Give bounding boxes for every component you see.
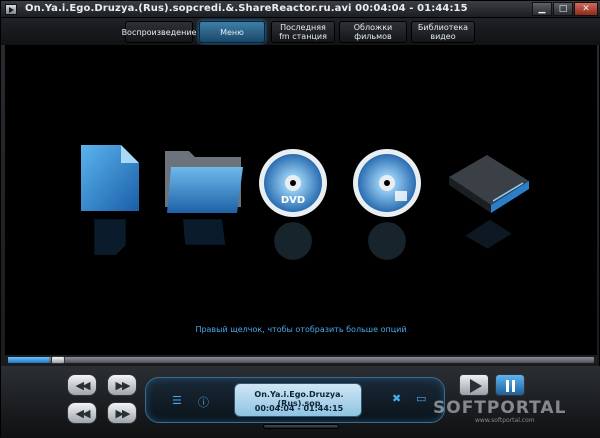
folder-icon[interactable] [161, 145, 245, 217]
video-area[interactable]: DVD Правый щелчок, чтобы отобразить боль… [5, 45, 597, 355]
tools-icon[interactable]: ✖ [392, 392, 401, 405]
device-icon-reflection [465, 219, 512, 249]
player-window: On.Ya.i.Ego.Druzya.(Rus).sopcredi.&.Shar… [0, 0, 600, 438]
tab-bar: Воспроизведение Меню Последняя fm станци… [1, 18, 600, 45]
file-icon[interactable] [77, 141, 143, 215]
watermark-text: SOFTPORTAL [433, 398, 567, 418]
resize-grip[interactable] [263, 424, 339, 429]
close-button[interactable]: ✕ [574, 2, 598, 16]
app-icon[interactable] [5, 4, 17, 15]
tab-movie-covers[interactable]: Обложки фильмов [339, 21, 407, 43]
tab-menu[interactable]: Меню [199, 21, 265, 43]
file-icon-reflection [94, 219, 126, 255]
tab-video-library[interactable]: Библиотека видео [411, 21, 475, 43]
minimize-button[interactable]: ▁ [532, 2, 552, 16]
maximize-button[interactable]: □ [553, 2, 573, 16]
tab-playback[interactable]: Воспроизведение [122, 21, 196, 43]
play-button[interactable] [459, 374, 489, 396]
forward-button[interactable]: ▶▶ [107, 374, 137, 396]
window-title: On.Ya.i.Ego.Druzya.(Rus).sopcredi.&.Shar… [25, 3, 468, 14]
seek-bar[interactable] [7, 356, 595, 364]
playlist-icon[interactable]: ☰ [172, 394, 182, 407]
cd-icon-reflection [368, 222, 406, 260]
device-icon[interactable] [443, 151, 533, 213]
lcd-time: 00:04:04 - 01:44:15 [254, 404, 344, 413]
seek-progress [8, 357, 49, 363]
dvd-icon[interactable]: DVD [257, 147, 329, 219]
cd-icon[interactable] [351, 147, 423, 219]
watermark-url: www.softportal.com [475, 417, 535, 424]
control-panel: ◀◀ ▶▶ ◀◀ ▶▶ ☰ ⓘ On.Ya.i.Ego.Druzya.(Rus)… [1, 366, 600, 438]
previous-button[interactable]: ◀◀ [67, 402, 97, 424]
seek-thumb[interactable] [51, 356, 65, 364]
dvd-icon-reflection [274, 222, 312, 260]
rewind-button[interactable]: ◀◀ [67, 374, 97, 396]
svg-text:DVD: DVD [281, 195, 305, 206]
watermark: SOFTPORTAL www.softportal.com [433, 398, 567, 424]
next-button[interactable]: ▶▶ [107, 402, 137, 424]
play-icon [470, 379, 482, 393]
folder-icon-reflection [183, 219, 226, 245]
pause-button[interactable] [495, 374, 525, 396]
title-bar[interactable]: On.Ya.i.Ego.Druzya.(Rus).sopcredi.&.Shar… [1, 1, 600, 18]
info-pod: ☰ ⓘ On.Ya.i.Ego.Druzya.(Rus).sop 00:04:0… [145, 377, 445, 423]
pause-icon [506, 380, 515, 392]
hint-text: Правый щелчок, чтобы отобразить больше о… [195, 325, 407, 334]
info-icon[interactable]: ⓘ [198, 394, 209, 410]
lcd-display: On.Ya.i.Ego.Druzya.(Rus).sop 00:04:04 - … [234, 383, 362, 417]
screen-icon[interactable]: ▭ [416, 392, 426, 405]
tab-last-fm-station[interactable]: Последняя fm станция [271, 21, 335, 43]
